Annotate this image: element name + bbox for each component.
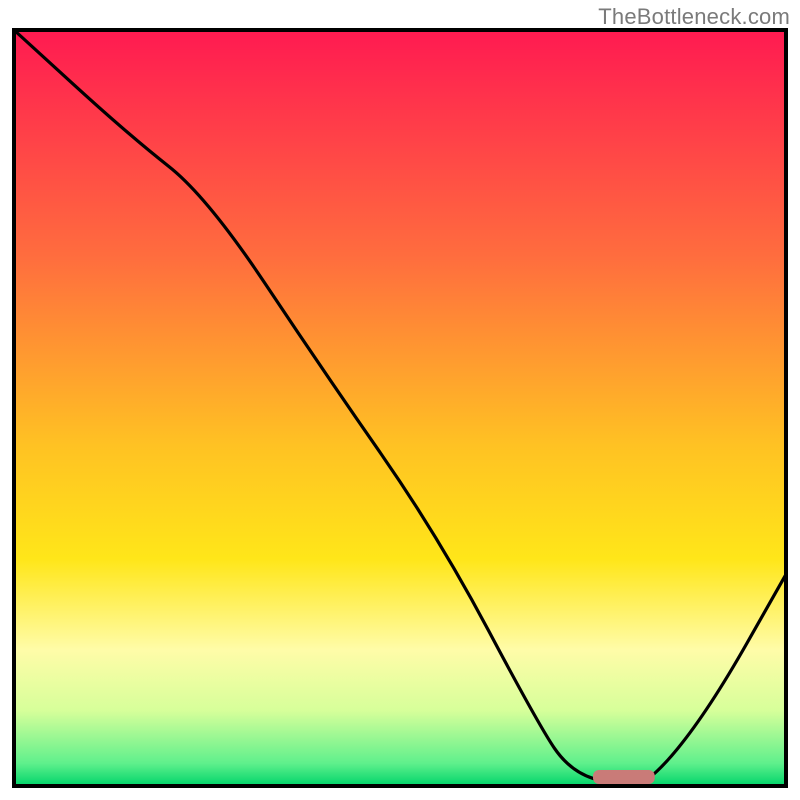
optimal-marker (593, 770, 655, 784)
chart-container: TheBottleneck.com (0, 0, 800, 800)
bottleneck-chart (0, 0, 800, 800)
plot-background (14, 30, 786, 786)
watermark-text: TheBottleneck.com (598, 4, 790, 30)
